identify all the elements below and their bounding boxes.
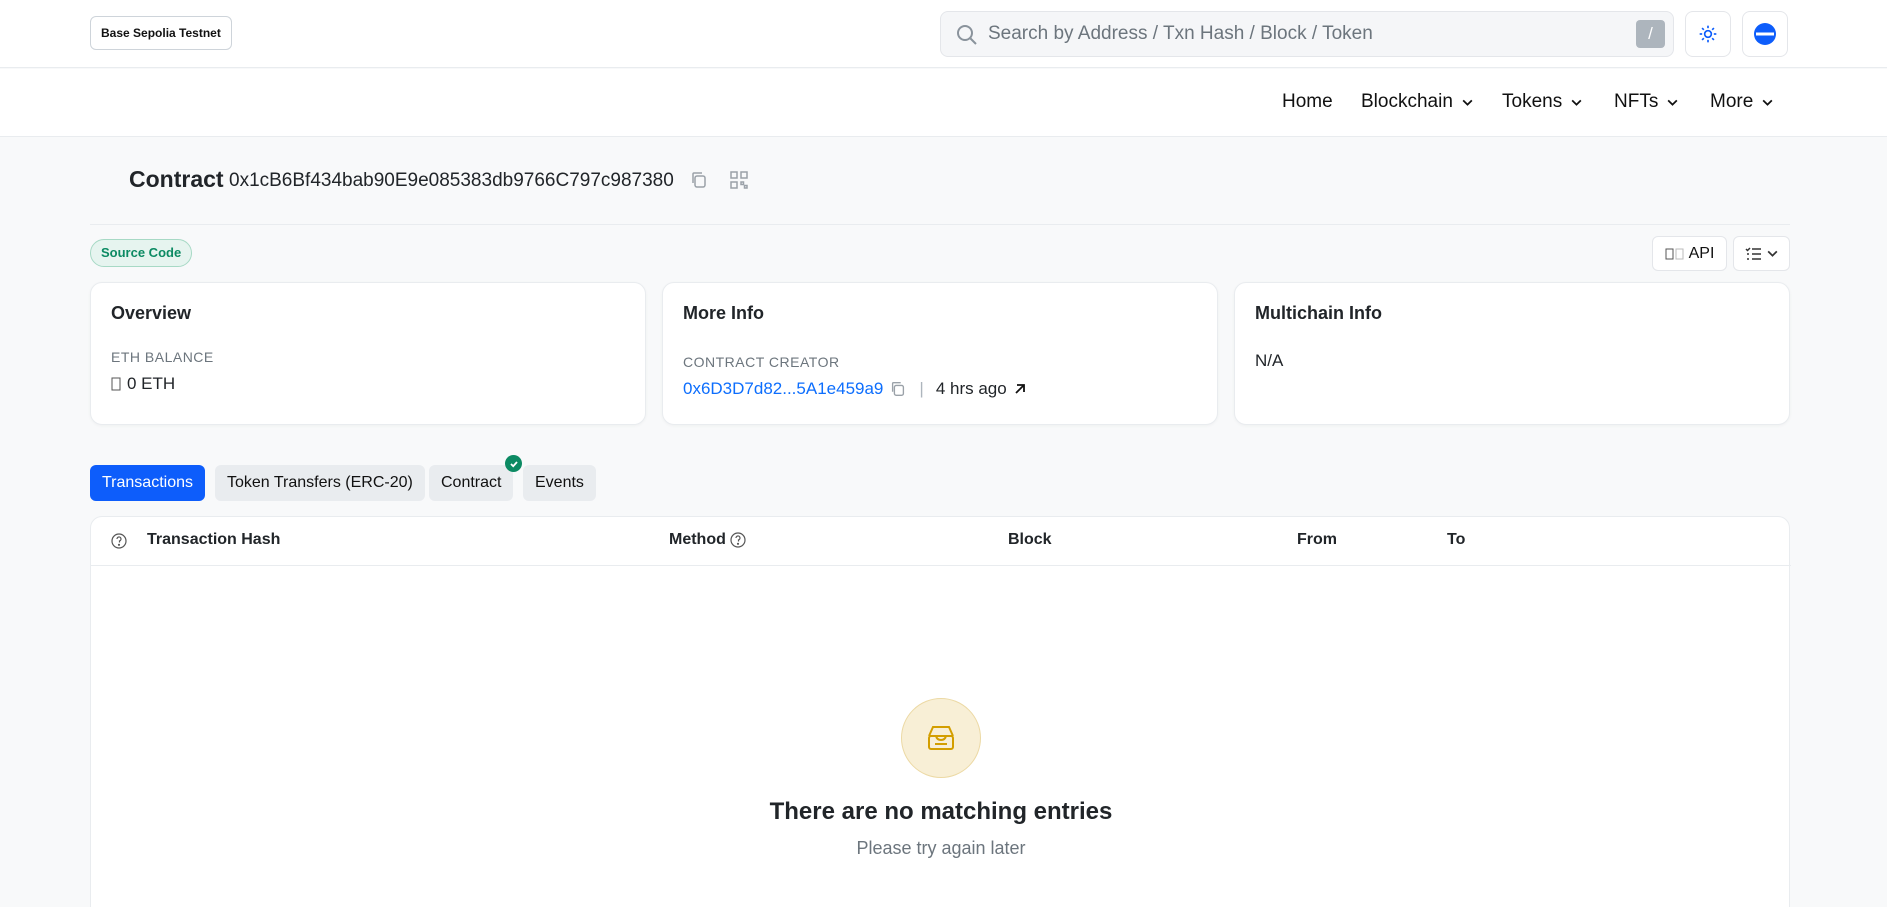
chevron-down-icon xyxy=(1571,99,1582,106)
column-method-label: Method xyxy=(669,531,726,548)
code-icon xyxy=(1665,248,1684,259)
qr-code-icon[interactable] xyxy=(729,170,749,190)
column-to: To xyxy=(1447,531,1466,548)
nav-more[interactable]: More xyxy=(1710,89,1774,115)
creator-time[interactable]: 4 hrs ago xyxy=(936,379,1007,399)
chevron-down-icon xyxy=(1767,250,1777,257)
nav-blockchain[interactable]: Blockchain xyxy=(1361,89,1474,115)
nav-tokens[interactable]: Tokens xyxy=(1502,89,1583,115)
more-info-card: More Info CONTRACT CREATOR 0x6D3D7d82...… xyxy=(662,282,1218,425)
network-switch-button[interactable] xyxy=(1742,11,1788,57)
search-bar[interactable]: / xyxy=(940,11,1674,57)
api-button[interactable]: API xyxy=(1652,236,1727,271)
chevron-down-icon xyxy=(1667,99,1678,106)
view-options-button[interactable] xyxy=(1733,236,1790,271)
nav-tokens-label: Tokens xyxy=(1502,91,1563,112)
verified-check-icon xyxy=(505,455,522,472)
tab-transactions[interactable]: Transactions xyxy=(90,465,205,501)
eth-icon xyxy=(111,377,121,391)
help-circle-icon[interactable] xyxy=(730,532,746,548)
search-icon xyxy=(957,25,977,45)
nav-blockchain-label: Blockchain xyxy=(1361,91,1453,112)
empty-state-title: There are no matching entries xyxy=(769,798,1113,825)
contract-address: 0x1cB6Bf434bab90E9e085383db9766C797c9873… xyxy=(229,170,674,191)
nav-home-label: Home xyxy=(1282,91,1333,112)
column-method: Method xyxy=(669,531,746,549)
chevron-down-icon xyxy=(1462,99,1473,106)
chevron-down-icon xyxy=(1762,99,1773,106)
column-from: From xyxy=(1297,531,1337,548)
header-divider xyxy=(90,224,1790,225)
table-header: Transaction Hash Method Block From To xyxy=(91,517,1791,566)
contract-creator-row: 0x6D3D7d82...5A1e459a9 | 4 hrs ago xyxy=(683,379,1027,399)
overview-card: Overview ETH BALANCE 0 ETH xyxy=(90,282,646,425)
contract-creator-label: CONTRACT CREATOR xyxy=(683,354,840,370)
creator-address-link[interactable]: 0x6D3D7d82...5A1e459a9 xyxy=(683,379,883,399)
theme-toggle-button[interactable] xyxy=(1685,11,1731,57)
page-title: Contract xyxy=(129,166,224,192)
main-nav: Home Blockchain Tokens NFTs More xyxy=(0,69,1887,137)
empty-state-icon-wrap xyxy=(901,698,981,778)
api-label: API xyxy=(1688,244,1715,262)
tab-contract[interactable]: Contract xyxy=(429,465,514,501)
inbox-icon xyxy=(928,726,954,750)
multichain-info-card: Multichain Info N/A xyxy=(1234,282,1790,425)
column-transaction-hash: Transaction Hash xyxy=(147,531,281,548)
arrow-up-right-icon[interactable] xyxy=(1013,382,1027,396)
eth-balance-value: 0 ETH xyxy=(111,374,175,394)
list-icon xyxy=(1744,246,1761,260)
empty-state-subtitle: Please try again later xyxy=(856,838,1026,858)
sun-icon xyxy=(1699,25,1717,43)
nav-home[interactable]: Home xyxy=(1282,89,1333,115)
nav-nfts[interactable]: NFTs xyxy=(1614,89,1679,115)
search-shortcut-key: / xyxy=(1636,20,1665,48)
column-block: Block xyxy=(1008,531,1052,548)
separator: | xyxy=(919,379,924,398)
transactions-table: Transaction Hash Method Block From To Th… xyxy=(90,516,1791,907)
multichain-title: Multichain Info xyxy=(1255,303,1382,323)
nav-nfts-label: NFTs xyxy=(1614,91,1659,112)
more-info-title: More Info xyxy=(683,303,764,323)
base-logo-icon xyxy=(1754,23,1776,45)
search-input[interactable] xyxy=(988,12,1608,56)
network-badge[interactable]: Base Sepolia Testnet xyxy=(90,16,232,50)
overview-title: Overview xyxy=(111,303,192,323)
tab-events[interactable]: Events xyxy=(523,465,596,501)
tab-token-transfers[interactable]: Token Transfers (ERC-20) xyxy=(215,465,425,501)
nav-more-label: More xyxy=(1710,91,1754,112)
copy-icon[interactable] xyxy=(889,380,907,398)
top-header: Base Sepolia Testnet / xyxy=(0,0,1887,68)
help-circle-icon[interactable] xyxy=(111,533,127,549)
copy-icon[interactable] xyxy=(689,170,709,190)
source-code-badge[interactable]: Source Code xyxy=(90,239,193,267)
multichain-value: N/A xyxy=(1255,351,1284,370)
eth-balance-label: ETH BALANCE xyxy=(111,349,214,365)
eth-balance-amount: 0 ETH xyxy=(127,374,176,393)
